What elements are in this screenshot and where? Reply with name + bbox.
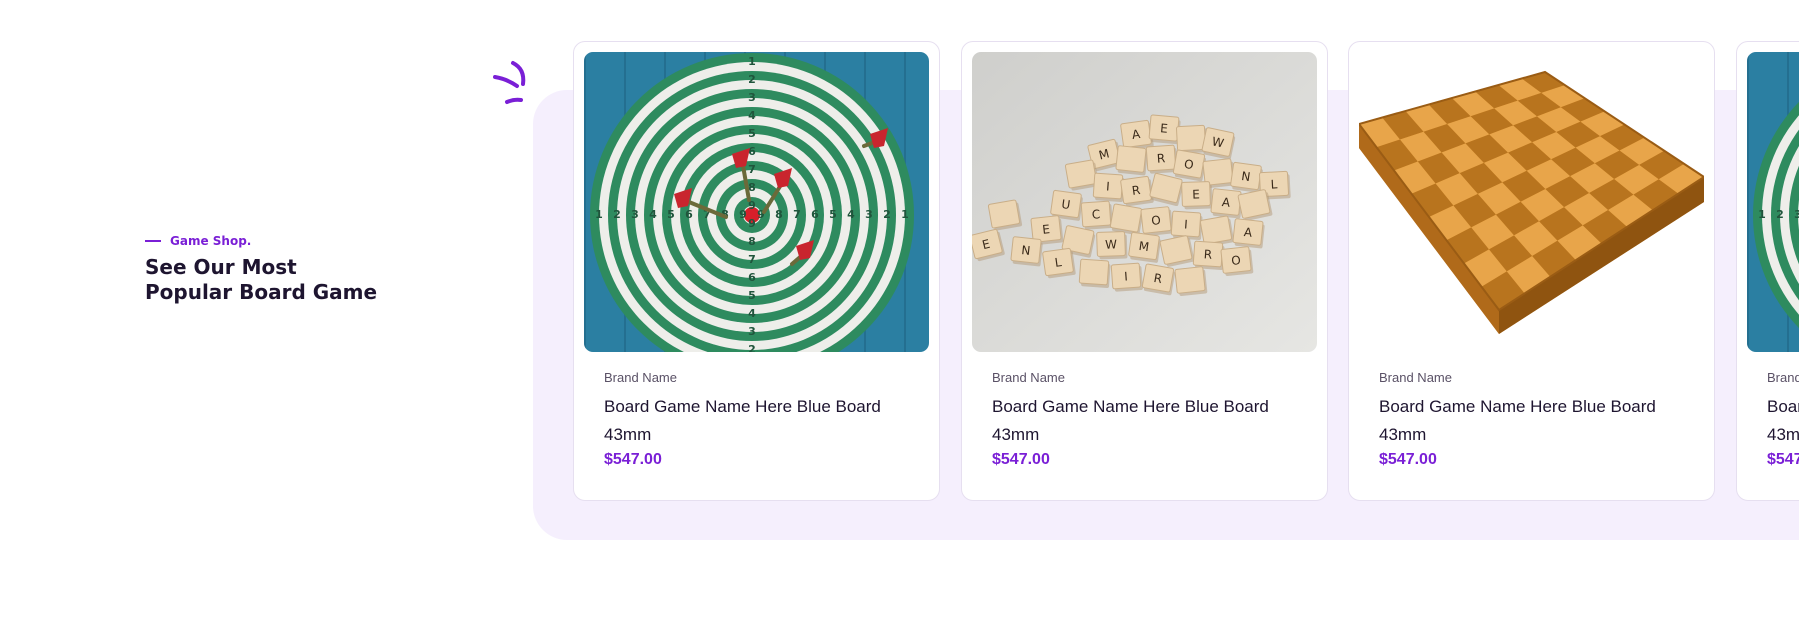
product-brand[interactable]: Brand Name [1767,370,1799,385]
svg-text:E: E [1042,222,1051,237]
svg-text:8: 8 [748,235,756,248]
svg-text:1: 1 [595,208,603,221]
title-line-1: See Our Most [145,255,297,279]
product-card[interactable]: 111122223333444455556666777788889999 Bra… [1736,41,1799,501]
product-name[interactable]: Board Game Name Here Blue Board 43mm [604,393,904,449]
scrabble-tiles-image: A EWM R ONLI R EAUC O IAEW MR ONLI RE [972,52,1317,352]
svg-text:7: 7 [748,163,756,176]
product-image[interactable]: 111122223333444455556666777788889999 [1747,52,1799,352]
svg-text:O: O [1231,253,1242,268]
product-image[interactable] [1359,52,1704,352]
product-name[interactable]: Board Game Name Here Blue Board 43mm [1379,393,1679,449]
svg-text:4: 4 [847,208,855,221]
dartboard-image: 111122223333444455556666777788889999 [584,52,929,352]
svg-text:3: 3 [748,91,756,104]
svg-text:E: E [1192,187,1200,201]
product-price: $547.00 [1767,451,1799,468]
svg-text:N: N [1021,243,1031,258]
svg-text:6: 6 [748,271,756,284]
svg-text:9: 9 [739,208,747,221]
page: Game Shop. See Our Most Popular Board Ga… [0,0,1799,631]
svg-text:5: 5 [748,289,756,302]
product-name[interactable]: Board Game Name Here Blue Board 43mm [1767,393,1799,449]
product-brand[interactable]: Brand Name [1379,370,1694,385]
svg-text:L: L [1270,177,1278,191]
svg-text:7: 7 [793,208,801,221]
svg-text:1: 1 [901,208,909,221]
svg-text:5: 5 [829,208,837,221]
product-card[interactable]: 111122223333444455556666777788889999 Bra… [573,41,940,501]
section-title: See Our Most Popular Board Game [145,255,385,305]
svg-text:3: 3 [1794,208,1799,221]
product-card[interactable]: Brand Name Board Game Name Here Blue Boa… [1348,41,1715,501]
product-image[interactable]: 111122223333444455556666777788889999 [584,52,929,352]
svg-text:5: 5 [667,208,675,221]
product-brand[interactable]: Brand Name [992,370,1307,385]
svg-text:1: 1 [748,55,756,68]
chessboard-image [1359,52,1704,352]
svg-text:R: R [1203,247,1212,262]
svg-text:3: 3 [631,208,639,221]
svg-text:8: 8 [775,208,783,221]
svg-text:C: C [1091,207,1100,222]
svg-text:6: 6 [811,208,819,221]
svg-text:O: O [1151,213,1162,228]
section-heading: Game Shop. See Our Most Popular Board Ga… [145,234,385,305]
svg-text:6: 6 [685,208,693,221]
product-card[interactable]: AEWMRONLIREAUCOIAEWMRONLIRE Brand Name B… [961,41,1328,501]
product-price: $547.00 [992,451,1050,468]
svg-text:W: W [1105,237,1117,251]
svg-text:3: 3 [748,325,756,338]
svg-text:2: 2 [748,343,756,352]
svg-text:N: N [1241,169,1252,184]
svg-text:2: 2 [613,208,621,221]
title-line-2: Popular Board Game [145,280,378,304]
dartboard-image: 111122223333444455556666777788889999 [1747,52,1799,352]
svg-text:4: 4 [748,109,756,122]
svg-text:9: 9 [748,217,756,230]
svg-text:6: 6 [748,145,756,158]
product-image[interactable]: AEWMRONLIREAUCOIAEWMRONLIRE [972,52,1317,352]
svg-text:2: 2 [1776,208,1784,221]
svg-text:M: M [1138,239,1150,254]
svg-text:1: 1 [1758,208,1766,221]
product-price: $547.00 [604,451,662,468]
svg-text:E: E [1160,121,1169,136]
eyebrow: Game Shop. [145,234,385,248]
svg-text:4: 4 [748,307,756,320]
svg-text:4: 4 [649,208,657,221]
product-price: $547.00 [1379,451,1437,468]
svg-text:3: 3 [865,208,873,221]
eyebrow-line [145,240,161,242]
product-brand[interactable]: Brand Name [604,370,919,385]
svg-text:2: 2 [883,208,891,221]
product-name[interactable]: Board Game Name Here Blue Board 43mm [992,393,1292,449]
svg-text:2: 2 [748,73,756,86]
eyebrow-label: Game Shop. [170,234,252,248]
svg-text:R: R [1156,151,1165,166]
svg-text:7: 7 [748,253,756,266]
sparkle-icon [493,61,526,104]
svg-text:5: 5 [748,127,756,140]
